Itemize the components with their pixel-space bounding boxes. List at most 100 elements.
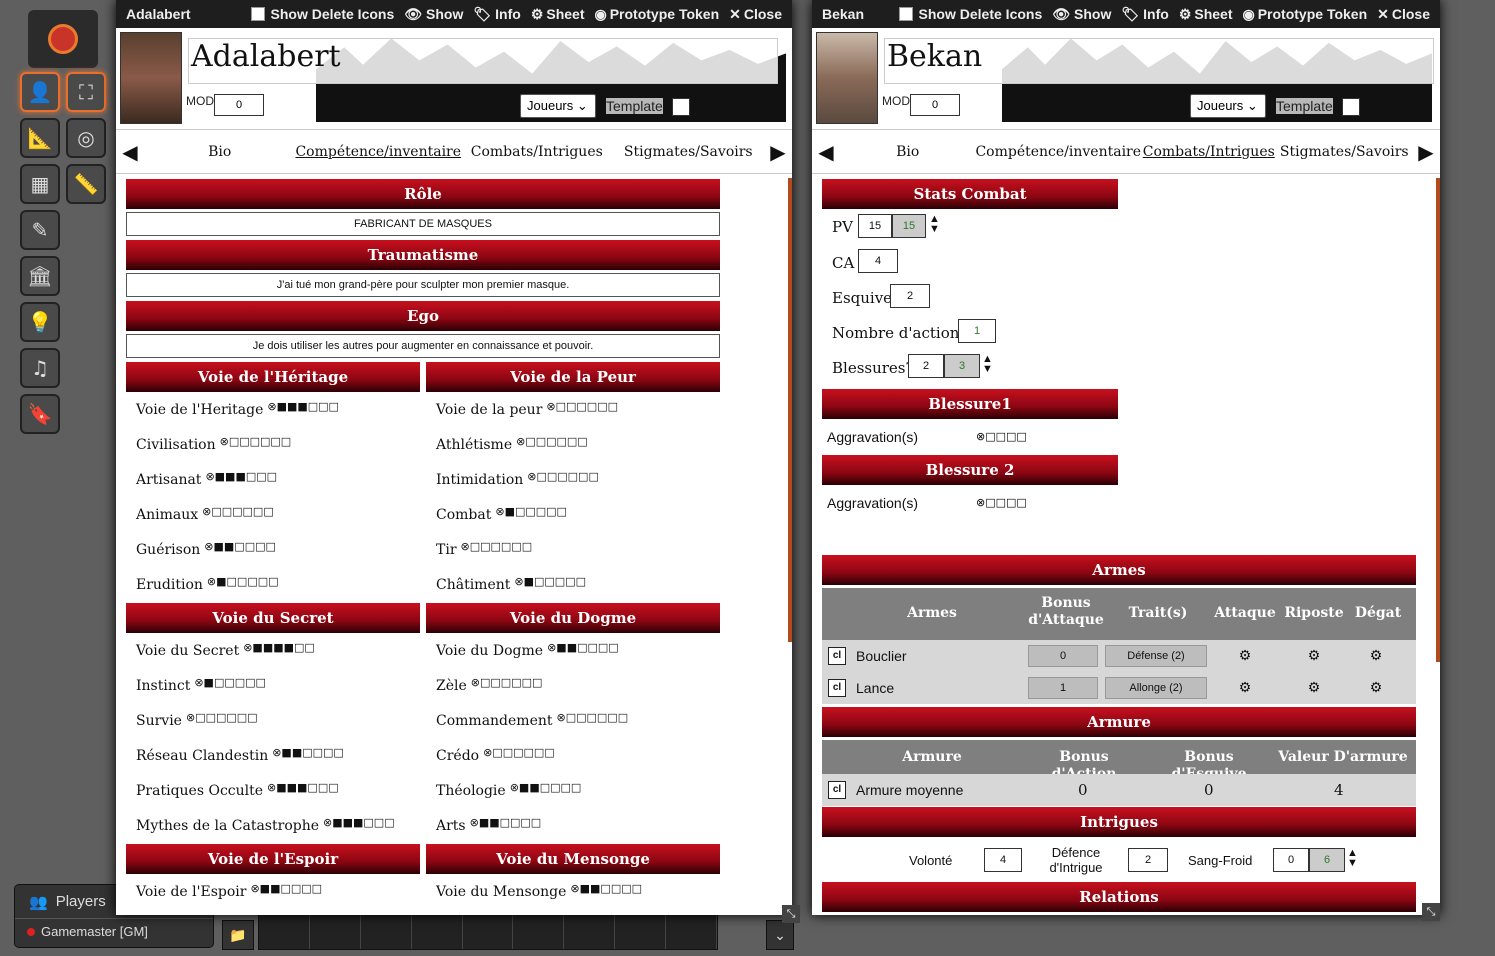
skill-rank[interactable]: ⊗□□□□□□	[527, 470, 599, 483]
skill-row[interactable]: Voie du Mensonge ⊗■■□□□□	[436, 882, 642, 900]
skill-rank[interactable]: ⊗□□□□□□	[483, 746, 555, 759]
mod-input[interactable]: 0	[910, 94, 960, 116]
show-delete-icons-toggle[interactable]: Show Delete Icons	[898, 6, 1042, 22]
macro-slot[interactable]	[361, 913, 412, 949]
macro-slot[interactable]	[412, 913, 463, 949]
window-header[interactable]: Adalabert Show Delete Icons 👁 Show 🏷 Info …	[116, 0, 792, 28]
skill-row[interactable]: Réseau Clandestin ⊗■■□□□□	[136, 746, 344, 764]
weapon-name[interactable]: Lance	[856, 680, 894, 696]
skill-rank[interactable]: ⊗■■□□□□	[272, 746, 344, 759]
skill-rank[interactable]: ⊗■■■■□□	[243, 641, 315, 654]
prototype-token-button[interactable]: ◉ Prototype Token	[1243, 6, 1368, 23]
lighting-controls-button[interactable]: 💡	[20, 302, 60, 342]
actions-input[interactable]: 1	[958, 319, 996, 343]
skill-rank[interactable]: ⊗■■□□□□	[470, 816, 542, 829]
aggravation-track[interactable]: ⊗□□□□	[976, 496, 1027, 509]
d20-damage-icon[interactable]: ⚙	[1366, 647, 1386, 664]
measure-controls-button[interactable]: 📐	[20, 118, 60, 158]
item-sheet-icon[interactable]: cl	[828, 781, 846, 799]
aggravation-track[interactable]: ⊗□□□□	[976, 430, 1027, 443]
d20-attack-icon[interactable]: ⚙	[1235, 647, 1255, 664]
skill-rank[interactable]: ⊗■□□□□□	[514, 575, 586, 588]
tab-combats[interactable]: Combats/Intrigues	[1141, 144, 1276, 160]
close-button[interactable]: ✕ Close	[1377, 6, 1430, 23]
macro-slot[interactable]	[463, 913, 514, 949]
actor-portrait[interactable]	[120, 32, 182, 124]
skill-row[interactable]: Athlétisme ⊗□□□□□□	[436, 435, 588, 453]
skill-row[interactable]: Zèle ⊗□□□□□□	[436, 676, 542, 694]
skill-rank[interactable]: ⊗■■■□□□	[267, 400, 339, 413]
show-button[interactable]: 👁 Show	[404, 6, 463, 23]
ca-input[interactable]: 4	[858, 249, 898, 273]
owner-select[interactable]: Joueurs ⌄	[1190, 94, 1266, 118]
checkbox[interactable]	[250, 7, 265, 21]
hotbar-page-controls[interactable]: ⌄	[766, 920, 794, 950]
skill-rank[interactable]: ⊗■■□□□□	[547, 641, 619, 654]
skill-rank[interactable]: ⊗■■■□□□	[267, 781, 339, 794]
macro-slot[interactable]	[513, 913, 565, 949]
drawing-controls-button[interactable]: ✎	[20, 210, 60, 250]
skill-rank[interactable]: ⊗■■□□□□	[510, 781, 582, 794]
weapon-name[interactable]: Bouclier	[856, 648, 907, 664]
skill-row[interactable]: Mythes de la Catastrophe ⊗■■■□□□	[136, 816, 395, 834]
mod-input[interactable]: 0	[214, 94, 264, 116]
trauma-field[interactable]: J'ai tué mon grand-père pour sculpter mo…	[126, 273, 720, 297]
skill-row[interactable]: Erudition ⊗■□□□□□	[136, 575, 279, 593]
select-tool-button[interactable]: ⛶	[66, 72, 106, 112]
skill-row[interactable]: Guérison ⊗■■□□□□	[136, 540, 276, 558]
actor-name-input[interactable]: Bekan	[884, 38, 1434, 84]
skill-row[interactable]: Voie du Secret ⊗■■■■□□	[136, 641, 315, 659]
notes-controls-button[interactable]: 🔖	[20, 394, 60, 434]
tab-bio[interactable]: Bio	[144, 144, 295, 160]
info-button[interactable]: 🏷 Info	[1121, 6, 1168, 23]
skill-row[interactable]: Crédo ⊗□□□□□□	[436, 746, 555, 764]
tab-stigmates[interactable]: Stigmates/Savoirs	[613, 144, 764, 160]
target-tool-button[interactable]: ◎	[66, 118, 106, 158]
actor-portrait[interactable]	[816, 32, 878, 124]
skill-rank[interactable]: ⊗□□□□□□	[546, 400, 618, 413]
skill-rank[interactable]: ⊗■■□□□□	[570, 882, 642, 895]
d20-riposte-icon[interactable]: ⚙	[1304, 679, 1324, 696]
macro-slot[interactable]	[615, 913, 667, 949]
tiles-controls-button[interactable]: ▦	[20, 164, 60, 204]
scrollbar[interactable]	[1436, 178, 1440, 662]
armor-name[interactable]: Armure moyenne	[856, 782, 963, 798]
skill-row[interactable]: Voie de la peur ⊗□□□□□□	[436, 400, 618, 418]
template-checkbox[interactable]	[672, 98, 690, 116]
token-controls-button[interactable]: 👤	[20, 72, 60, 112]
macro-slot[interactable]	[259, 913, 310, 949]
skill-row[interactable]: Voie de l'Heritage ⊗■■■□□□	[136, 400, 339, 418]
volonte-input[interactable]: 4	[984, 848, 1022, 872]
sang-froid-stepper[interactable]: ▲ ▼	[1347, 848, 1358, 869]
sheet-button[interactable]: ⚙ Sheet	[531, 6, 585, 23]
blessures-input[interactable]: 2	[908, 354, 944, 378]
skill-rank[interactable]: ⊗□□□□□□	[186, 711, 258, 724]
tab-competence[interactable]: Compétence/inventaire	[295, 144, 461, 160]
item-sheet-icon[interactable]: cl	[828, 679, 846, 697]
pv-input[interactable]: 15	[858, 214, 892, 238]
ruler-tool-button[interactable]: 📏	[66, 164, 106, 204]
skill-rank[interactable]: ⊗■■□□□□	[250, 882, 322, 895]
close-button[interactable]: ✕ Close	[729, 6, 782, 23]
ego-field[interactable]: Je dois utiliser les autres pour augment…	[126, 334, 720, 358]
tab-prev-arrow[interactable]: ◀	[116, 140, 144, 164]
tab-competence[interactable]: Compétence/inventaire	[975, 144, 1141, 160]
sang-froid-input[interactable]: 0	[1273, 848, 1309, 872]
skill-row[interactable]: Voie du Dogme ⊗■■□□□□	[436, 641, 619, 659]
tab-next-arrow[interactable]: ▶	[764, 140, 792, 164]
d20-riposte-icon[interactable]: ⚙	[1304, 647, 1324, 664]
role-field[interactable]: FABRICANT DE MASQUES	[126, 212, 720, 236]
scrollbar[interactable]	[788, 178, 792, 642]
skill-row[interactable]: Survie ⊗□□□□□□	[136, 711, 258, 729]
right-window-resize-handle[interactable]: ⤡	[1422, 903, 1440, 921]
skill-row[interactable]: Civilisation ⊗□□□□□□	[136, 435, 291, 453]
skill-row[interactable]: Pratiques Occulte ⊗■■■□□□	[136, 781, 339, 799]
walls-controls-button[interactable]: 🏛	[20, 256, 60, 296]
window-header[interactable]: Bekan Show Delete Icons 👁 Show 🏷 Info ⚙ She…	[812, 0, 1440, 28]
skill-rank[interactable]: ⊗□□□□□□	[516, 435, 588, 448]
skill-row[interactable]: Artisanat ⊗■■■□□□	[136, 470, 277, 488]
skill-row[interactable]: Animaux ⊗□□□□□□	[136, 505, 274, 523]
hotbar[interactable]	[258, 912, 718, 950]
skill-rank[interactable]: ⊗■■□□□□	[204, 540, 276, 553]
sheet-button[interactable]: ⚙ Sheet	[1179, 6, 1233, 23]
